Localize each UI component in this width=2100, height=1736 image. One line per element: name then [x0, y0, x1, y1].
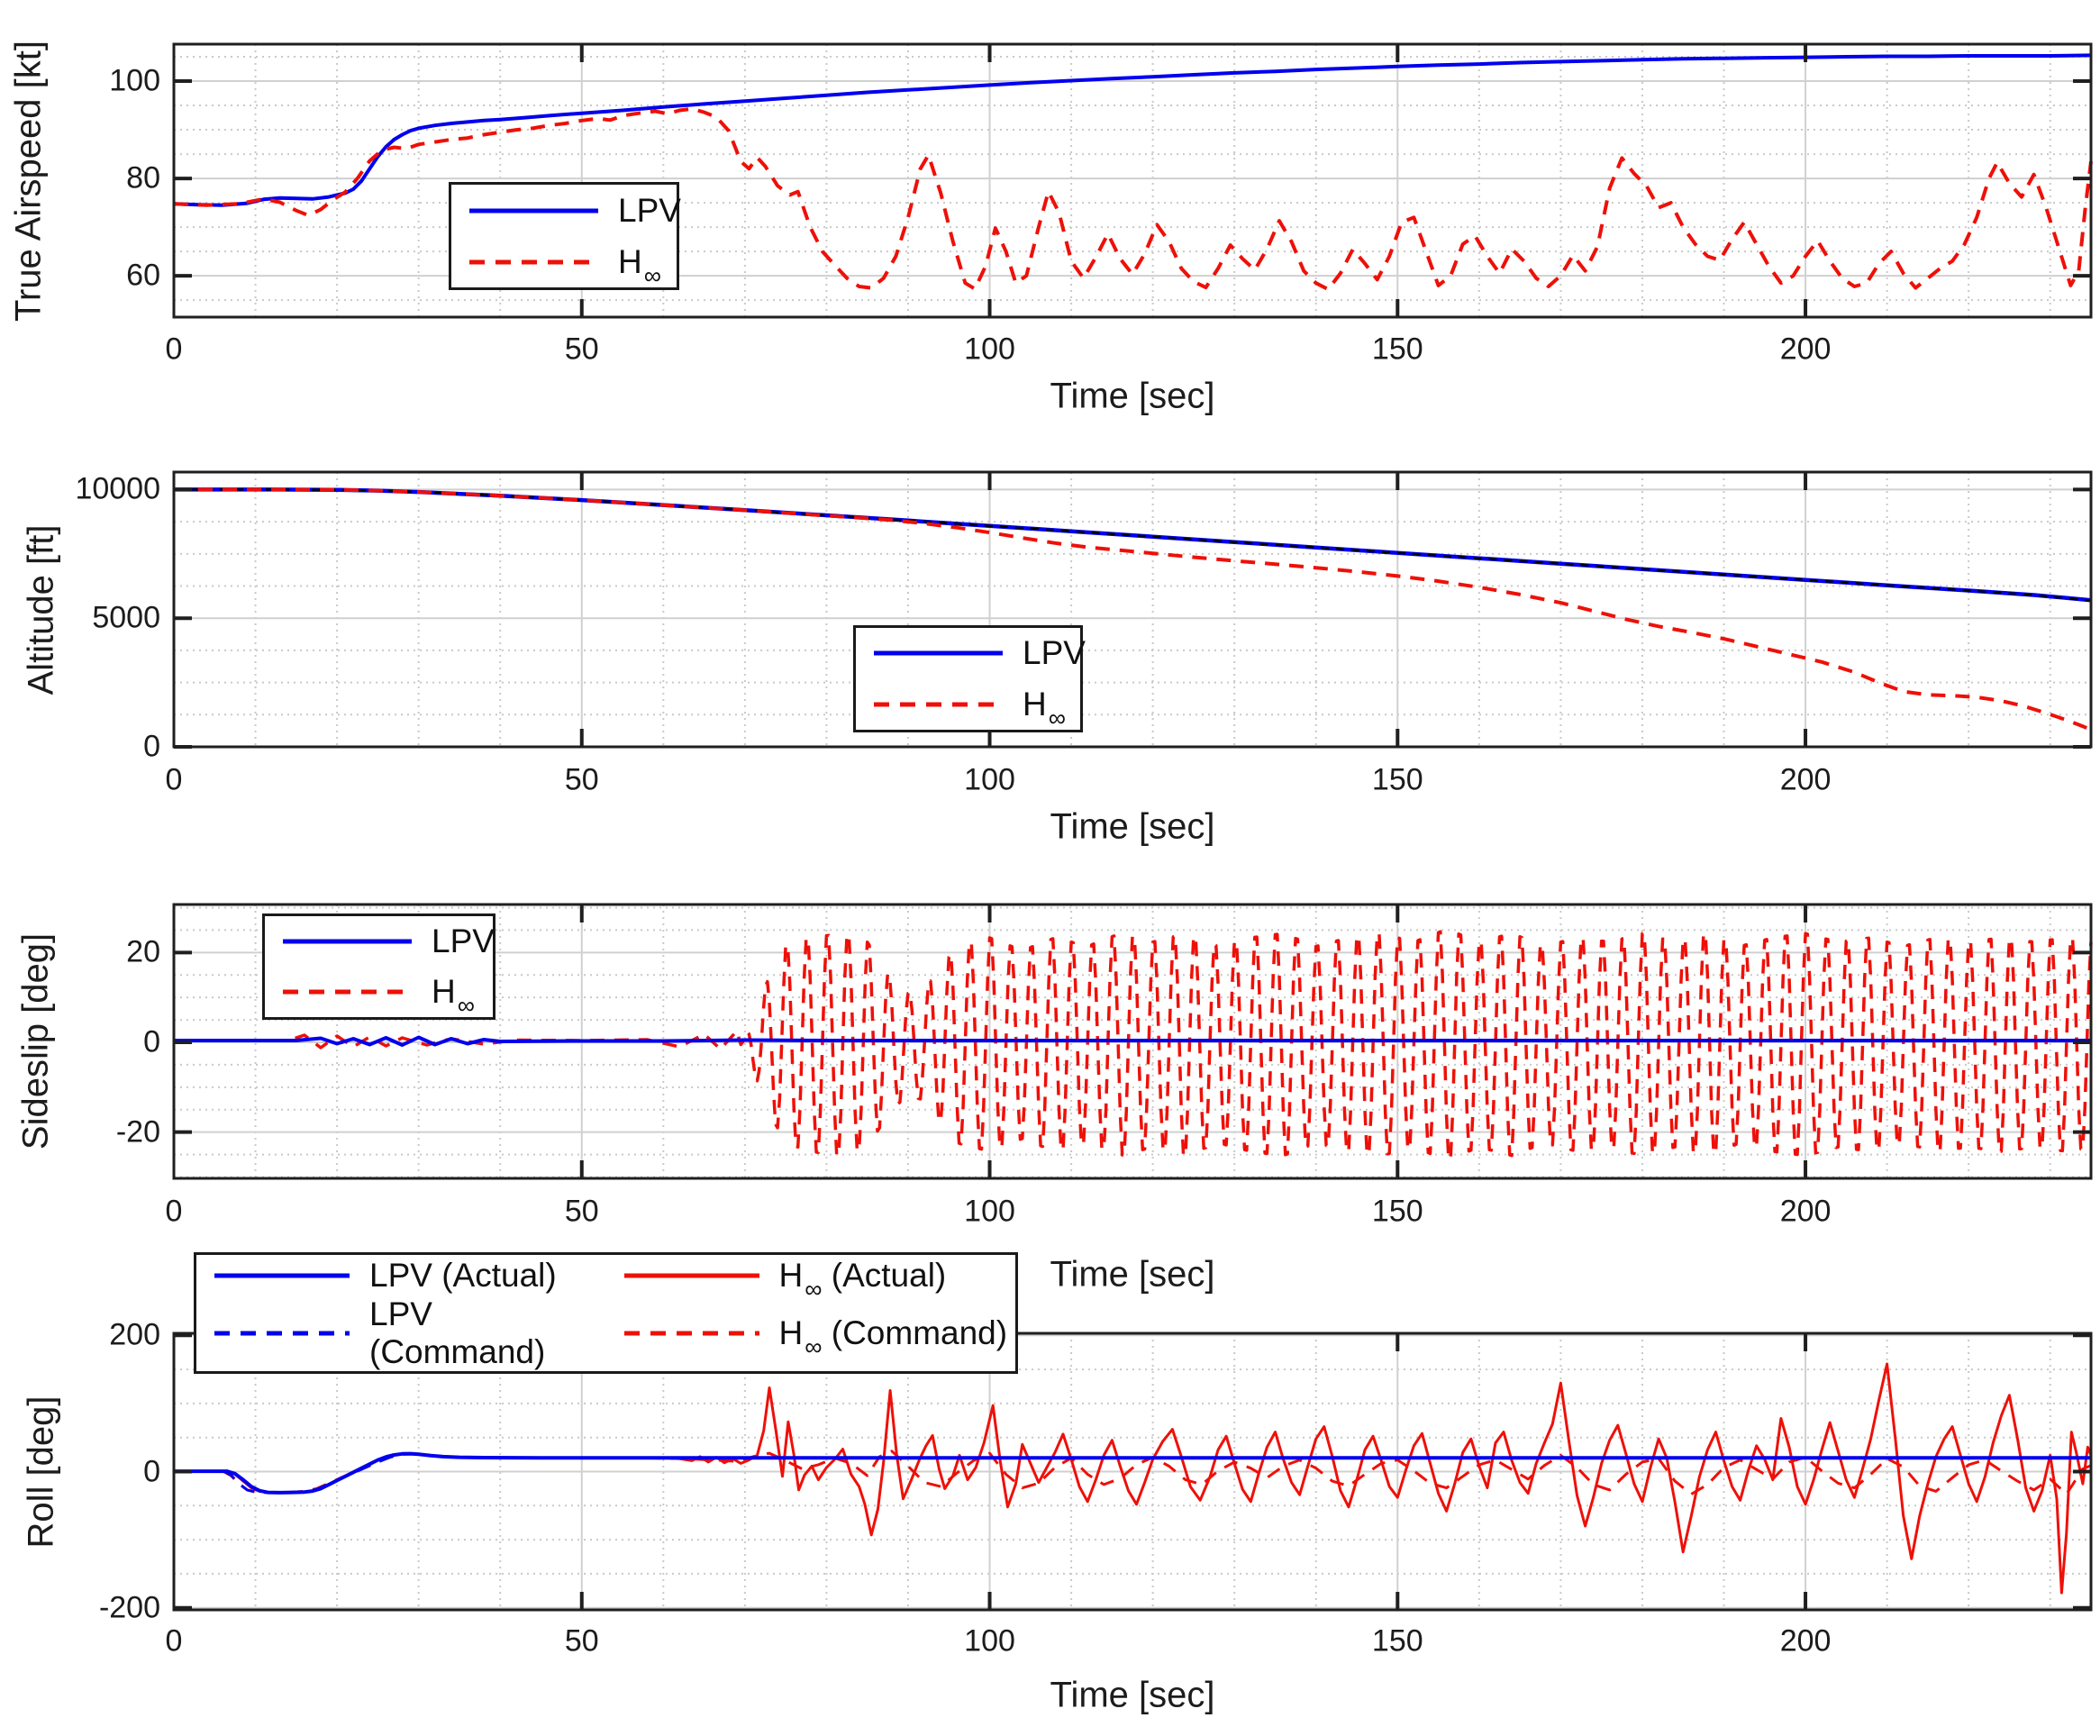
legend-solid-line-sample: [214, 1271, 350, 1280]
panel1-x-tick-label: 0: [166, 763, 183, 798]
legend-entry: LPV: [451, 185, 681, 236]
legend-label: LPV: [618, 192, 681, 230]
panel3-y-tick-label: -200: [99, 1590, 160, 1625]
legend-label: H∞: [618, 243, 661, 281]
infinity-subscript: ∞: [1049, 704, 1066, 732]
series-lpv: [174, 489, 2091, 600]
legend-dashed-line-sample: [624, 1329, 759, 1338]
panel3-legend: LPV (Actual)LPV (Command) H∞ (Actual) H∞ (…: [194, 1252, 1018, 1374]
panel0-x-tick-label: 50: [565, 332, 599, 368]
legend-entry: LPV (Actual): [196, 1255, 606, 1295]
legend-label: LPV (Actual): [369, 1257, 557, 1295]
legend-entry: H∞: [856, 679, 1086, 731]
panel-3: [174, 1333, 2091, 1610]
legend-entry: LPV: [265, 916, 495, 967]
legend-entry: H∞ (Actual): [606, 1255, 1016, 1295]
panel1-x-tick-label: 50: [565, 763, 599, 798]
legend-dashed-line-sample: [214, 1329, 350, 1338]
sideslip-y-axis-label: Sideslip [deg]: [16, 933, 57, 1150]
panel3-x-tick-label: 0: [166, 1624, 183, 1659]
legend-entry: H∞: [451, 236, 681, 287]
airspeed-x-axis-label: Time [sec]: [1050, 377, 1215, 417]
series-h-: [174, 489, 2091, 730]
panel2-y-tick-label: 0: [143, 1024, 160, 1059]
legend-label: LPV: [432, 923, 495, 960]
panel0-y-tick-label: 60: [126, 259, 160, 294]
panel2-y-tick-label: 20: [126, 935, 160, 970]
legend-dashed-line-sample: [283, 987, 412, 996]
legend-solid-line-sample: [624, 1271, 759, 1280]
panel2-x-tick-label: 200: [1780, 1195, 1832, 1230]
panel0-y-tick-label: 100: [109, 64, 160, 99]
panel2-legend: LPV H∞: [262, 913, 495, 1020]
legend-dashed-line-sample: [469, 258, 598, 267]
series-lpv-command-: [174, 1454, 2091, 1493]
panel1-legend: LPV H∞: [853, 625, 1083, 732]
panel3-y-tick-label: 200: [109, 1318, 160, 1353]
legend-label: LPV: [1023, 634, 1086, 672]
infinity-subscript: ∞: [644, 262, 661, 289]
legend-dashed-line-sample: [874, 700, 1003, 709]
panel3-x-tick-label: 50: [565, 1624, 599, 1659]
panel1-x-tick-label: 200: [1780, 763, 1832, 798]
panel0-x-tick-label: 150: [1372, 332, 1423, 368]
infinity-subscript: ∞: [458, 992, 475, 1019]
panel2-x-tick-label: 0: [166, 1195, 183, 1230]
panel3-x-tick-label: 100: [964, 1624, 1015, 1659]
panel1-y-tick-label: 5000: [92, 601, 160, 636]
legend-solid-line-sample: [469, 206, 598, 215]
legend-label: H∞: [1023, 686, 1066, 723]
legend-entry: LPV (Command): [196, 1295, 606, 1371]
legend-entry: H∞: [265, 967, 495, 1017]
infinity-subscript: ∞: [805, 1333, 822, 1360]
panel0-x-tick-label: 200: [1780, 332, 1832, 368]
legend-solid-line-sample: [283, 937, 412, 946]
legend-entry: LPV: [856, 628, 1086, 679]
series-lpv: [174, 1038, 2091, 1046]
panel3-y-tick-label: 0: [143, 1454, 160, 1489]
legend-entry: H∞ (Command): [606, 1295, 1016, 1371]
series-reference-unlabeled-overlaps-lpv-: [174, 489, 2091, 600]
panel2-x-tick-label: 150: [1372, 1195, 1423, 1230]
panel3-x-tick-label: 200: [1780, 1624, 1832, 1659]
panel1-y-tick-label: 10000: [75, 472, 160, 507]
legend-label: LPV (Command): [369, 1295, 606, 1371]
panel0-x-tick-label: 100: [964, 332, 1015, 368]
panel-1: [174, 472, 2091, 747]
roll-y-axis-label: Roll [deg]: [22, 1395, 62, 1548]
panel1-y-tick-label: 0: [143, 730, 160, 765]
airspeed-y-axis-label: True Airspeed [kt]: [9, 41, 50, 322]
altitude-y-axis-label: Altitude [ft]: [22, 524, 62, 695]
panel2-x-tick-label: 50: [565, 1195, 599, 1230]
legend-label: H∞ (Actual): [779, 1257, 947, 1295]
panel0-y-tick-label: 80: [126, 161, 160, 196]
panel2-y-tick-label: -20: [116, 1114, 160, 1150]
panel1-x-tick-label: 150: [1372, 763, 1423, 798]
plot-border: [174, 472, 2091, 747]
panel2-x-tick-label: 100: [964, 1195, 1015, 1230]
panel1-x-tick-label: 100: [964, 763, 1015, 798]
series-lpv-actual-: [174, 1454, 2091, 1493]
plots-canvas: [0, 0, 2100, 1736]
altitude-x-axis-label: Time [sec]: [1050, 807, 1215, 848]
panel0-x-tick-label: 0: [166, 332, 183, 368]
roll-x-axis-label: Time [sec]: [1050, 1676, 1215, 1716]
legend-label: H∞: [432, 973, 475, 1011]
panel0-legend: LPV H∞: [449, 182, 679, 290]
legend-solid-line-sample: [874, 649, 1003, 658]
sideslip-x-axis-label: Time [sec]: [1050, 1255, 1215, 1295]
legend-label: H∞ (Command): [779, 1314, 1008, 1352]
infinity-subscript: ∞: [805, 1276, 822, 1303]
panel3-x-tick-label: 150: [1372, 1624, 1423, 1659]
series-h-actual-: [174, 1364, 2091, 1593]
